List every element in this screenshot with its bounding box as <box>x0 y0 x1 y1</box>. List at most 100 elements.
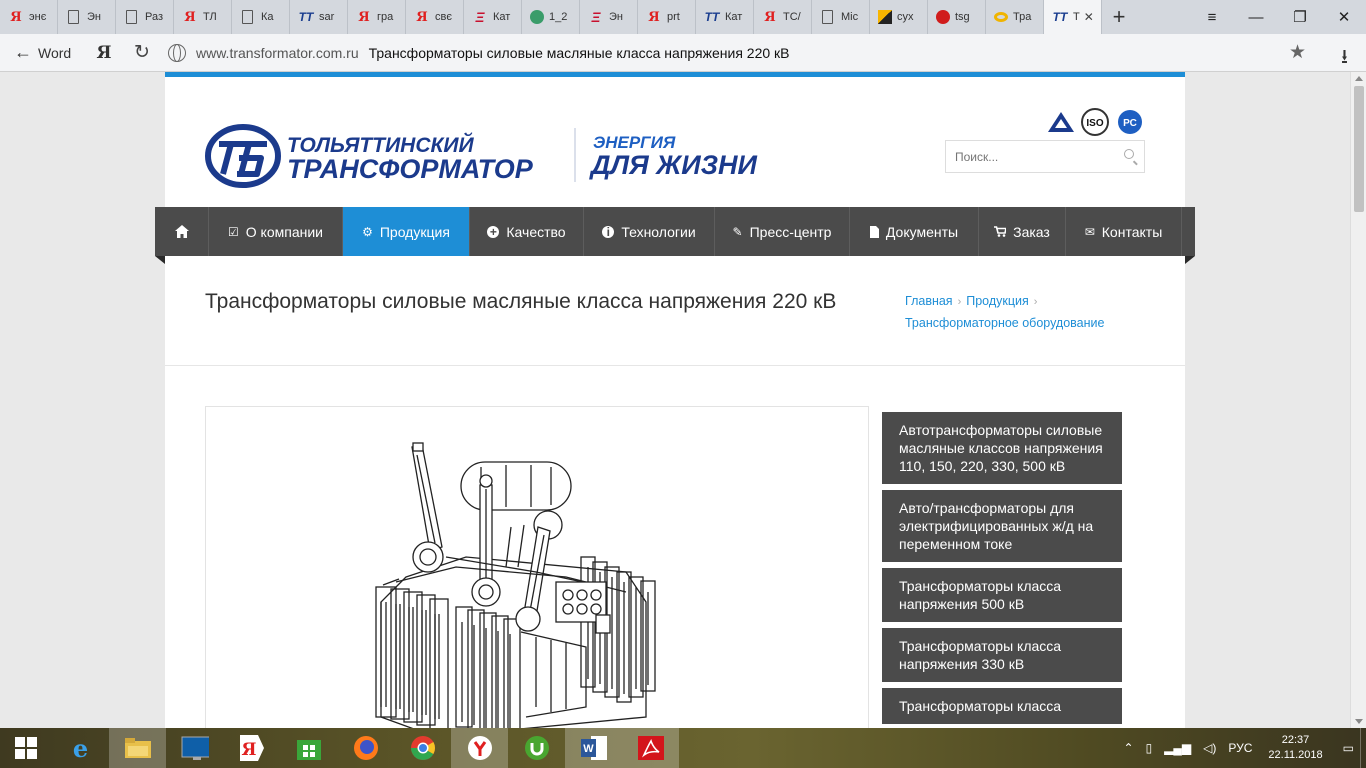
nav-press[interactable]: ✎ Пресс-центр <box>715 207 850 256</box>
svg-text:W: W <box>583 743 594 755</box>
browser-tab[interactable]: tsg <box>928 0 986 34</box>
nav-documents[interactable]: Документы <box>850 207 979 256</box>
triangle-cert-icon <box>1048 112 1074 132</box>
taskbar-yandex[interactable] <box>451 728 508 768</box>
yandex-home-button[interactable]: Я <box>84 43 124 63</box>
browser-tab[interactable]: ТТ Кат <box>696 0 754 34</box>
taskbar-yandex-browser[interactable]: Я <box>223 728 280 768</box>
sidebar-item-330kv[interactable]: Трансформаторы класса напряжения 330 кВ <box>882 628 1122 682</box>
browser-tab[interactable]: ТТ Т ✕ <box>1044 0 1102 34</box>
browser-tab[interactable]: Ясвє <box>406 0 464 34</box>
sidebar-item-500kv[interactable]: Трансформаторы класса напряжения 500 кВ <box>882 568 1122 622</box>
volume-icon[interactable]: ◁) <box>1203 741 1216 755</box>
browser-tab[interactable]: ТТ sar <box>290 0 348 34</box>
battery-icon[interactable]: ▯ <box>1146 741 1153 755</box>
download-icon[interactable]: ⭳ <box>1341 42 1348 76</box>
yandex-browser-icon: Я <box>238 734 266 762</box>
taskbar-internet-explorer[interactable]: e <box>52 728 109 768</box>
search-input[interactable] <box>955 149 1115 164</box>
browser-tab[interactable]: Я ТЛ <box>174 0 232 34</box>
browser-tab[interactable]: Ка <box>232 0 290 34</box>
nav-order[interactable]: Заказ <box>979 207 1066 256</box>
nav-technologies[interactable]: i Технологии <box>584 207 715 256</box>
breadcrumb-separator-icon: › <box>1033 296 1038 308</box>
taskbar-lenovo[interactable] <box>166 728 223 768</box>
ring-icon <box>994 12 1008 22</box>
pencil-icon: ✎ <box>732 224 743 239</box>
main-navigation: ☑ О компании ⚙ Продукция + Качество i Те… <box>155 207 1195 264</box>
yandex-icon: Я <box>184 9 196 25</box>
browser-menu-button[interactable]: ≡ <box>1190 0 1234 34</box>
document-icon <box>126 10 137 24</box>
scroll-up-icon[interactable] <box>1355 76 1363 81</box>
breadcrumb: Главная › Продукция › Трансформаторное обор… <box>905 291 1135 334</box>
restore-button[interactable]: ❐ <box>1278 0 1322 34</box>
breadcrumb-products[interactable]: Продукция <box>966 294 1029 308</box>
nav-quality[interactable]: + Качество <box>470 207 584 256</box>
browser-tab[interactable]: Тра <box>986 0 1044 34</box>
document-icon <box>242 10 253 24</box>
sidebar-item-next[interactable]: Трансформаторы класса <box>882 688 1122 724</box>
yandex-icon: Я <box>764 9 776 25</box>
start-button[interactable] <box>0 728 52 768</box>
nav-documents-label: Документы <box>885 223 959 240</box>
product-image[interactable] <box>205 406 869 728</box>
sidebar-item-autotransformers[interactable]: Автотрансформаторы силовые масляные клас… <box>882 412 1122 484</box>
browser-tab[interactable]: Mic <box>812 0 870 34</box>
browser-tab[interactable]: Я ТС/ <box>754 0 812 34</box>
browser-tab[interactable]: Эн <box>58 0 116 34</box>
search-icon[interactable] <box>1124 149 1134 159</box>
show-desktop-button[interactable] <box>1360 728 1366 768</box>
minimize-button[interactable]: — <box>1234 0 1278 34</box>
reload-button[interactable]: ↻ <box>124 41 160 64</box>
browser-tab-strip: Яэнє Эн Раз Я ТЛ Ка ТТ sar Ягра Ясвє Ξ Кат 1_2 Ξ Эн Яpr… <box>0 0 1366 34</box>
taskbar-store[interactable] <box>280 728 337 768</box>
nav-about[interactable]: ☑ О компании <box>209 207 343 256</box>
new-tab-button[interactable]: + <box>1102 0 1136 34</box>
acrobat-icon <box>637 734 665 762</box>
browser-tab[interactable]: 1_2 <box>522 0 580 34</box>
breadcrumb-home[interactable]: Главная <box>905 294 953 308</box>
scroll-thumb[interactable] <box>1354 86 1364 212</box>
taskbar-file-explorer[interactable] <box>109 728 166 768</box>
clock[interactable]: 22:37 22.11.2018 <box>1268 733 1322 763</box>
browser-tab[interactable]: Ягра <box>348 0 406 34</box>
taskbar-firefox[interactable] <box>337 728 394 768</box>
browser-tab-label: Раз <box>145 11 164 23</box>
lenovo-icon <box>181 734 209 762</box>
nav-contacts[interactable]: ✉ Контакты <box>1066 207 1182 256</box>
breadcrumb-equipment[interactable]: Трансформаторное оборудование <box>905 316 1104 330</box>
scroll-down-icon[interactable] <box>1355 719 1363 724</box>
browser-tab[interactable]: сух <box>870 0 928 34</box>
header-divider <box>165 365 1185 366</box>
back-button[interactable]: ← Word <box>0 42 84 63</box>
notifications-icon[interactable]: ▭ <box>1343 741 1354 755</box>
iso-cert-icon: ISO <box>1081 108 1109 136</box>
taskbar-utorrent[interactable] <box>508 728 565 768</box>
nav-products[interactable]: ⚙ Продукция <box>343 207 470 256</box>
nav-home[interactable] <box>155 207 209 256</box>
globe-icon <box>168 43 186 62</box>
browser-tab[interactable]: Ξ Кат <box>464 0 522 34</box>
browser-tab[interactable]: Раз <box>116 0 174 34</box>
close-window-button[interactable]: ✕ <box>1322 0 1366 34</box>
taskbar-chrome[interactable] <box>394 728 451 768</box>
network-icon[interactable]: ▂▄▆ <box>1164 741 1191 755</box>
url-field[interactable]: www.transformator.com.ru Трансформаторы … <box>160 38 1306 68</box>
browser-tab[interactable]: Яprt <box>638 0 696 34</box>
taskbar-acrobat[interactable] <box>622 728 679 768</box>
close-tab-icon[interactable]: ✕ <box>1084 10 1094 24</box>
file-explorer-icon <box>124 734 152 762</box>
page-scrollbar[interactable] <box>1350 72 1366 728</box>
bookmark-star-icon[interactable]: ★ <box>1289 41 1306 64</box>
url-domain: www.transformator.com.ru <box>196 44 359 61</box>
language-indicator[interactable]: РУС <box>1228 741 1252 755</box>
document-icon <box>68 10 79 24</box>
browser-tab[interactable]: Ξ Эн <box>580 0 638 34</box>
browser-tab[interactable]: Яэнє <box>0 0 58 34</box>
site-logo[interactable]: ТОЛЬЯТТИНСКИЙ ТРАНСФОРМАТОР ЭНЕРГИЯ ДЛЯ … <box>205 124 785 194</box>
taskbar-word[interactable]: W <box>565 728 622 768</box>
tray-expand-icon[interactable]: ⌃ <box>1124 741 1134 755</box>
product-category-sidebar: Автотрансформаторы силовые масляные клас… <box>882 412 1122 728</box>
sidebar-item-railway-transformers[interactable]: Авто/трансформаторы для электрифицирован… <box>882 490 1122 562</box>
